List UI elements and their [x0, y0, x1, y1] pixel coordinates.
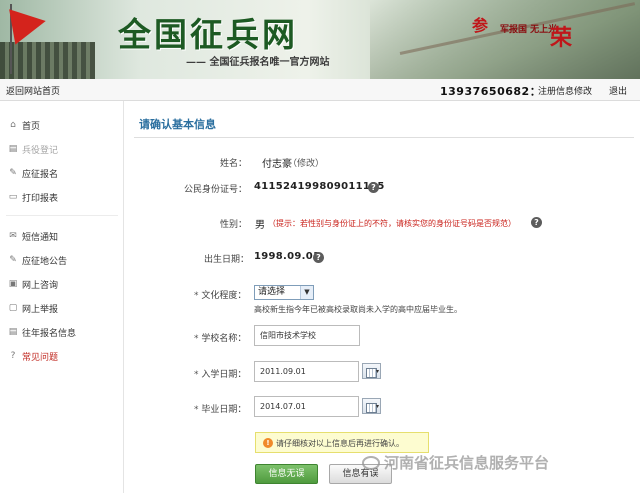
sidebar-item-military-registration[interactable]: ▤ 兵役登记: [0, 139, 124, 159]
slogan: 参 军报国 无上光 荣: [472, 12, 590, 51]
sidebar-item-sms-notice[interactable]: ✉ 短信通知: [0, 226, 124, 246]
edit-registration-link[interactable]: 注册信息修改: [538, 84, 592, 97]
top-nav: 返回网站首页 13937650682： 注册信息修改 退出: [0, 79, 640, 101]
required-mark: *: [194, 370, 199, 380]
slogan-part-3: 荣: [550, 25, 573, 51]
edit-name-link[interactable]: （修改）: [288, 156, 324, 169]
sidebar-divider: [6, 215, 118, 216]
sidebar-item-label: 网上举报: [22, 305, 59, 315]
dropdown-arrow-icon: ▾: [375, 368, 379, 375]
name-label: 姓名：: [220, 159, 248, 169]
sidebar-item-label: 短信通知: [22, 233, 59, 243]
edit-icon: ✎: [9, 255, 17, 265]
enroll-date-label: * 入学日期：: [194, 367, 246, 380]
sidebar-item-label: 兵役登记: [22, 146, 59, 156]
grad-date-label-text: 毕业日期：: [201, 405, 247, 415]
envelope-icon: ✉: [9, 231, 17, 241]
slogan-part-1: 参: [472, 16, 489, 35]
site-banner: 全国征兵网 —— 全国征兵报名唯一官方网站 参 军报国 无上光 荣: [0, 0, 640, 79]
document-icon: ▤: [8, 327, 18, 337]
sidebar-item-online-report[interactable]: ▢ 网上举报: [0, 298, 124, 318]
page-title: 请确认基本信息: [139, 118, 216, 131]
soldiers-image: [0, 42, 95, 79]
gender-help-icon[interactable]: ?: [531, 217, 542, 228]
education-label: * 文化程度：: [194, 288, 246, 301]
grad-date-label: * 毕业日期：: [194, 402, 246, 415]
gender-label: 性别：: [220, 220, 248, 230]
enroll-date-input[interactable]: 2011.09.01: [254, 361, 359, 382]
red-flag-icon: [9, 3, 49, 45]
sidebar-item-label: 应征报名: [22, 170, 59, 180]
sidebar-item-online-consult[interactable]: ▣ 网上咨询: [0, 274, 124, 294]
school-name-label: * 学校名称：: [194, 331, 246, 344]
report-icon: ▢: [8, 303, 18, 313]
confirm-notice-text: 请仔细核对以上信息后再进行确认。: [276, 439, 404, 448]
id-help-icon[interactable]: ?: [368, 182, 379, 193]
sidebar-item-label: 网上咨询: [22, 281, 59, 291]
sidebar-item-home[interactable]: ⌂ 首页: [0, 115, 124, 135]
sidebar-item-enlistment-signup[interactable]: ✎ 应征报名: [0, 163, 124, 183]
grad-date-input[interactable]: 2014.07.01: [254, 396, 359, 417]
gender-value: 男: [255, 220, 265, 231]
logout-link[interactable]: 退出: [609, 84, 627, 97]
chat-icon: ▣: [8, 279, 18, 289]
user-phone-number: 13937650682: [440, 85, 530, 98]
house-icon: ⌂: [10, 120, 16, 130]
note-icon: ▤: [8, 144, 18, 154]
id-number-value: 411524199809011115: [254, 181, 385, 192]
confirm-notice: ! 请仔细核对以上信息后再进行确认。: [255, 432, 429, 453]
school-name-label-text: 学校名称：: [201, 334, 247, 344]
sidebar-item-print-report[interactable]: ▭ 打印报表: [0, 187, 124, 207]
main-content: 请确认基本信息 姓名： 付志豪 （修改） 公民身份证号： 41152419980…: [124, 101, 640, 493]
calendar-icon[interactable]: ▾: [362, 363, 381, 379]
user-phone: 13937650682：: [440, 83, 541, 99]
sidebar-item-label: 往年报名信息: [22, 329, 77, 339]
sidebar-item-local-announcement[interactable]: ✎ 应征地公告: [0, 250, 124, 270]
birth-date-label: 出生日期：: [204, 255, 250, 265]
sidebar-item-past-registration[interactable]: ▤ 往年报名信息: [0, 322, 124, 342]
required-mark: *: [194, 405, 199, 415]
sidebar: ⌂ 首页 ▤ 兵役登记 ✎ 应征报名 ▭ 打印报表 ✉ 短信通知 ✎ 应征地公告…: [0, 101, 124, 493]
sidebar-item-label: 常见问题: [22, 353, 59, 363]
question-icon: ?: [10, 351, 16, 361]
site-subtitle: —— 全国征兵报名唯一官方网站: [186, 57, 330, 68]
info-correct-button[interactable]: 信息无误: [255, 464, 318, 484]
education-select[interactable]: 请选择 ▼: [254, 285, 314, 300]
education-label-text: 文化程度：: [201, 291, 247, 301]
education-selected-value: 请选择: [258, 287, 286, 297]
watermark: 河南省征兵信息服务平台: [362, 452, 549, 474]
printer-icon: ▭: [8, 192, 18, 202]
title-divider: [134, 137, 634, 138]
required-mark: *: [194, 291, 199, 301]
slogan-part-2: 军报国 无上光: [500, 25, 558, 35]
sidebar-item-label: 首页: [22, 122, 41, 132]
birth-date-value: 1998.09.01: [254, 251, 321, 262]
pen-icon: ✎: [9, 168, 17, 178]
enroll-date-label-text: 入学日期：: [201, 370, 247, 380]
birth-help-icon[interactable]: ?: [313, 252, 324, 263]
chevron-down-icon[interactable]: ▼: [300, 286, 313, 299]
wechat-icon: [362, 456, 380, 470]
back-to-home-link[interactable]: 返回网站首页: [6, 84, 60, 97]
education-note: 高校新生指今年已被高校录取尚未入学的高中应届毕业生。: [254, 305, 462, 314]
calendar-icon[interactable]: ▾: [362, 398, 381, 414]
gender-hint: （提示：若性别与身份证上的不符，请核实您的身份证号码是否规范）: [268, 219, 516, 228]
dropdown-arrow-icon: ▾: [375, 403, 379, 410]
required-mark: *: [194, 334, 199, 344]
watermark-text: 河南省征兵信息服务平台: [384, 454, 550, 472]
school-name-input[interactable]: 信阳市技术学校: [254, 325, 360, 346]
id-number-label: 公民身份证号：: [184, 185, 248, 195]
site-title: 全国征兵网: [118, 15, 298, 54]
sidebar-item-faq[interactable]: ? 常见问题: [0, 346, 124, 366]
sidebar-item-label: 打印报表: [22, 194, 59, 204]
warning-icon: !: [263, 438, 273, 448]
sidebar-item-label: 应征地公告: [22, 257, 68, 267]
